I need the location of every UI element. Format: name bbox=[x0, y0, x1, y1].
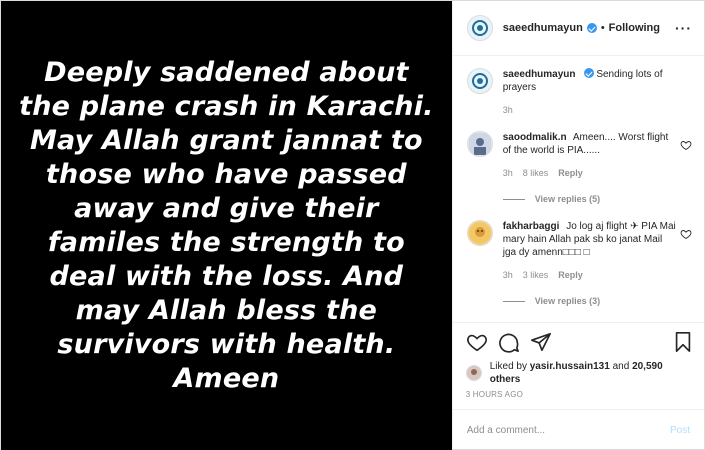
author-username[interactable]: saeedhumayun bbox=[503, 22, 583, 34]
author-avatar[interactable] bbox=[466, 15, 493, 41]
commenter-username[interactable]: saoodmalik.n bbox=[503, 132, 567, 143]
post-button[interactable]: Post bbox=[670, 425, 690, 436]
comments-list[interactable]: saeedhumayun Sending lots of prayers 3h … bbox=[453, 56, 704, 322]
caption: saeedhumayun Sending lots of prayers 3h bbox=[466, 68, 692, 117]
post-dialog: Deeply saddened about the plane crash in… bbox=[0, 0, 705, 450]
comment-time[interactable]: 3h bbox=[503, 269, 513, 282]
action-bar bbox=[452, 322, 704, 360]
view-replies-label: View replies (5) bbox=[534, 194, 601, 204]
caption-avatar[interactable] bbox=[466, 68, 493, 94]
separator-dot: • bbox=[600, 22, 605, 34]
comment-item: saoodmalik.n Ameen.... Worst flight of t… bbox=[466, 131, 692, 180]
replies-line bbox=[502, 300, 525, 302]
view-replies-button[interactable]: View replies (5) bbox=[502, 194, 692, 204]
commenter-avatar[interactable] bbox=[466, 131, 493, 157]
share-icon[interactable] bbox=[530, 331, 552, 353]
reply-button[interactable]: Reply bbox=[558, 167, 583, 180]
add-comment-bar: Post bbox=[452, 409, 704, 450]
comment-input[interactable] bbox=[466, 425, 670, 436]
comment-time[interactable]: 3h bbox=[503, 167, 513, 180]
verified-badge-icon bbox=[583, 68, 594, 78]
more-options-icon[interactable]: ··· bbox=[675, 20, 692, 36]
comment-likes[interactable]: 8 likes bbox=[523, 167, 549, 180]
bookmark-icon[interactable] bbox=[672, 331, 694, 353]
post-image[interactable]: Deeply saddened about the plane crash in… bbox=[1, 1, 452, 450]
liker-username[interactable]: yasir.hussain131 bbox=[530, 361, 610, 372]
caption-username[interactable]: saeedhumayun bbox=[503, 69, 576, 80]
heart-icon[interactable] bbox=[680, 139, 692, 151]
comment-likes[interactable]: 3 likes bbox=[523, 269, 549, 282]
commenter-username[interactable]: fakharbaggi bbox=[503, 221, 560, 232]
view-replies-button[interactable]: View replies (3) bbox=[502, 296, 692, 306]
following-button[interactable]: Following bbox=[609, 22, 660, 34]
caption-time[interactable]: 3h bbox=[503, 104, 513, 117]
likes-summary: Liked by yasir.hussain131 and 20,590 oth… bbox=[453, 360, 704, 386]
commenter-avatar[interactable] bbox=[466, 220, 493, 246]
post-image-text: Deeply saddened about the plane crash in… bbox=[19, 57, 434, 394]
post-timestamp[interactable]: 3 HOURS AGO bbox=[453, 386, 704, 399]
reply-button[interactable]: Reply bbox=[558, 269, 583, 282]
verified-badge-icon bbox=[586, 23, 597, 33]
heart-icon[interactable] bbox=[466, 331, 488, 353]
liker-avatar[interactable] bbox=[465, 365, 482, 381]
comment-icon[interactable] bbox=[498, 331, 520, 353]
view-replies-label: View replies (3) bbox=[534, 296, 601, 306]
replies-line bbox=[502, 198, 525, 200]
heart-icon[interactable] bbox=[680, 228, 692, 240]
likes-and: and bbox=[612, 361, 630, 372]
liked-by-prefix: Liked by bbox=[489, 361, 527, 372]
post-header: saeedhumayun • Following ··· bbox=[452, 1, 704, 56]
comment-item: fakharbaggi Jo log aj flight ✈ PIA Mai m… bbox=[466, 220, 692, 282]
post-sidebar: saeedhumayun • Following ··· saeedhumayu… bbox=[451, 1, 704, 450]
